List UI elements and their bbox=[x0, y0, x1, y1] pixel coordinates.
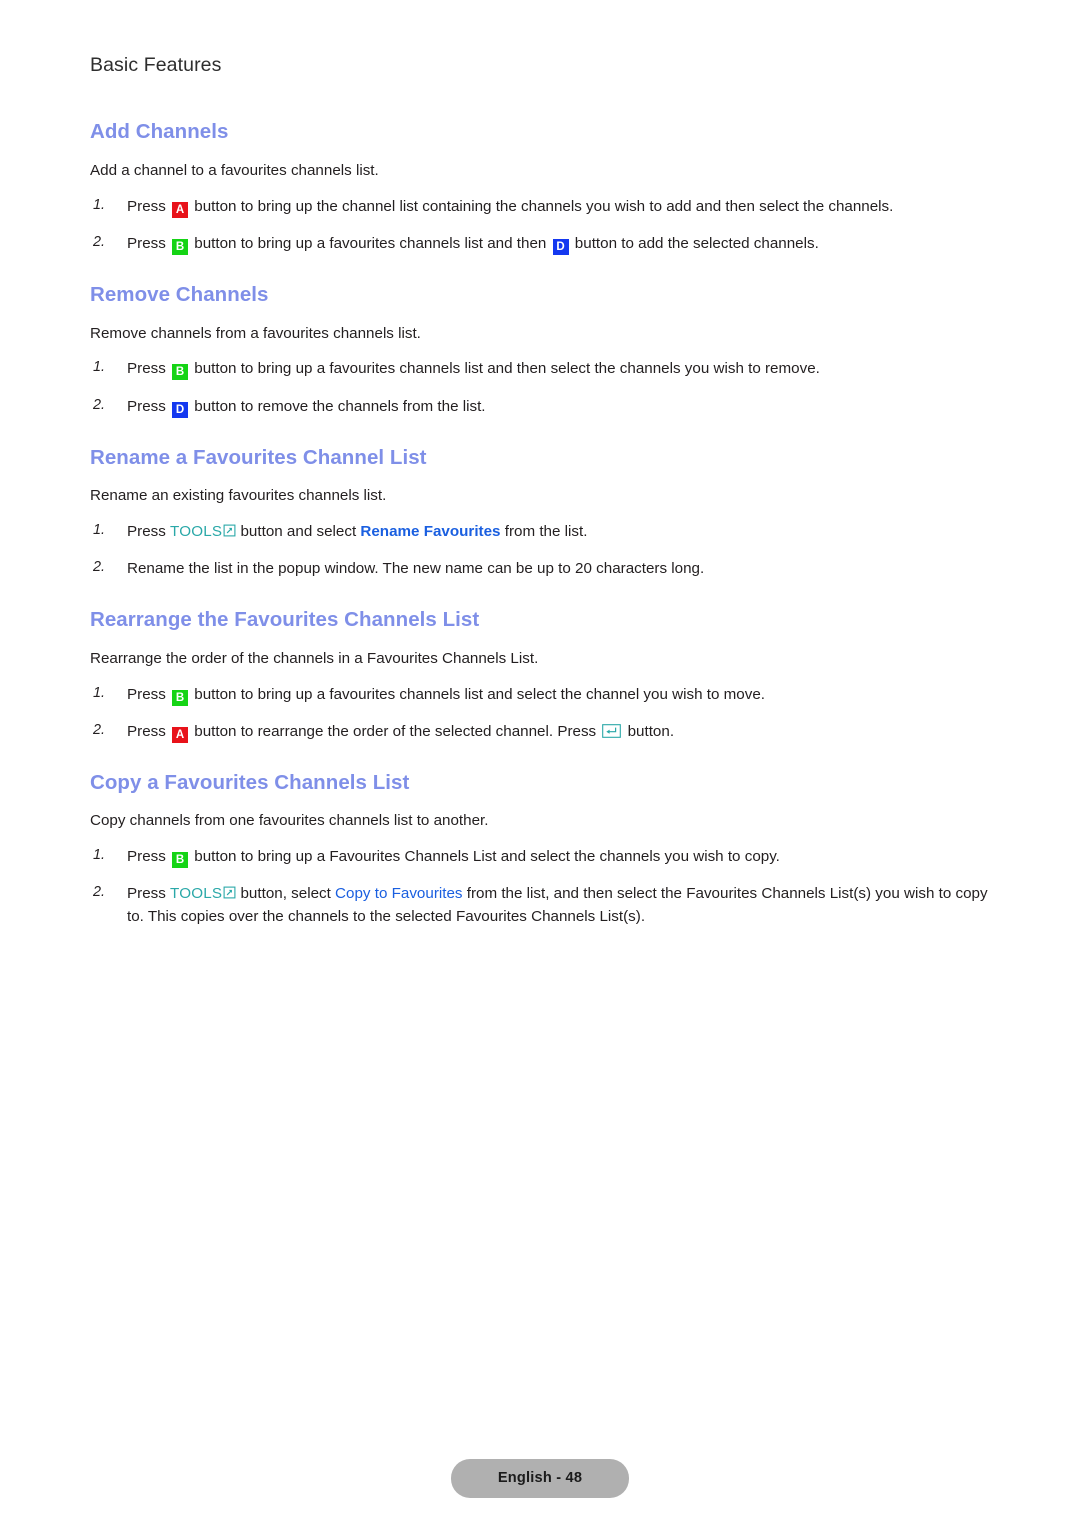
remote-key-a-icon: A bbox=[172, 201, 189, 218]
step-item: 2. Press B button to bring up a favourite… bbox=[90, 232, 992, 255]
tools-button-reference: TOOLS bbox=[170, 523, 236, 540]
remote-key-b-icon: B bbox=[172, 689, 189, 706]
tools-label: TOOLS bbox=[170, 523, 223, 541]
step-item: 1. Press B button to bring up a Favourite… bbox=[90, 845, 992, 869]
section-description: Remove channels from a favourites channe… bbox=[90, 324, 421, 342]
step-text: Rename the list in the popup window. The… bbox=[127, 560, 705, 578]
remote-key-d-icon: D bbox=[172, 401, 189, 418]
step-item: 2. Rename the list in the popup window. T… bbox=[90, 557, 992, 580]
step-item: 1. Press B button to bring up a favourite… bbox=[90, 357, 992, 381]
tools-label: TOOLS bbox=[170, 885, 223, 903]
manual-section: Remove Channels Remove channels from a fa… bbox=[90, 282, 992, 418]
step-text: button to bring up a favourites channels… bbox=[190, 685, 765, 703]
step-list: 1. Press B button to bring up a favourite… bbox=[90, 357, 992, 418]
step-item: 1. Press A button to bring up the channel… bbox=[90, 195, 992, 218]
step-item: 1. Press B button to bring up a favourite… bbox=[90, 683, 992, 706]
running-head: Basic Features bbox=[90, 54, 222, 76]
step-text: Press bbox=[127, 234, 171, 252]
enter-key-icon bbox=[602, 723, 622, 738]
manual-section: Copy a Favourites Channels List Copy chan… bbox=[90, 770, 992, 929]
manual-section: Add Channels Add a channel to a favourite… bbox=[90, 119, 992, 255]
step-number: 1. bbox=[93, 847, 106, 864]
menu-option-link[interactable]: Copy to Favourites bbox=[335, 885, 462, 902]
step-item: 2. Press D button to remove the channels … bbox=[90, 395, 992, 418]
manual-page: Basic Features Add Channels Add a channel… bbox=[0, 0, 1080, 1534]
step-text: button to add the selected channels. bbox=[570, 234, 819, 252]
step-text: Press bbox=[127, 722, 171, 740]
step-text: button. bbox=[623, 722, 675, 740]
remote-key-a-icon: A bbox=[172, 726, 189, 743]
step-text: button to rearrange the order of the sel… bbox=[190, 722, 601, 740]
step-number: 1. bbox=[93, 196, 106, 213]
remote-key-d-icon: D bbox=[552, 238, 569, 255]
step-text: button to bring up the channel list cont… bbox=[190, 197, 894, 215]
step-list: 1. Press A button to bring up the channel… bbox=[90, 195, 992, 255]
sections-container: Add Channels Add a channel to a favourite… bbox=[90, 119, 992, 928]
step-text: Press bbox=[127, 523, 171, 541]
section-title: Rename a Favourites Channel List bbox=[90, 445, 427, 469]
manual-section: Rearrange the Favourites Channels List Re… bbox=[90, 607, 992, 743]
section-description: Rename an existing favourites channels l… bbox=[90, 487, 387, 505]
step-text: Press bbox=[127, 197, 171, 215]
remote-key-b-icon: B bbox=[172, 364, 189, 381]
box-arrow-icon bbox=[223, 524, 236, 537]
section-title: Remove Channels bbox=[90, 283, 269, 306]
step-list: 1. Press B button to bring up a Favourite… bbox=[90, 845, 992, 928]
step-number: 2. bbox=[93, 721, 106, 738]
remote-key-b-icon: B bbox=[172, 852, 189, 869]
tools-button-reference: TOOLS bbox=[170, 885, 236, 902]
box-arrow-icon bbox=[223, 886, 236, 899]
step-text: button to bring up a favourites channels… bbox=[190, 360, 820, 378]
step-number: 2. bbox=[93, 559, 106, 576]
step-text: Press bbox=[127, 685, 171, 703]
step-item: 2. Press TOOLS button, select Copy to Fav… bbox=[90, 882, 992, 928]
page-footer: English - 48 bbox=[0, 1459, 1080, 1498]
step-list: 1. Press TOOLS button and select Rename F… bbox=[90, 520, 992, 580]
step-text: Press bbox=[127, 848, 171, 866]
manual-section: Rename a Favourites Channel List Rename a… bbox=[90, 445, 992, 581]
section-description: Add a channel to a favourites channels l… bbox=[90, 162, 379, 180]
step-text: button and select bbox=[236, 523, 361, 541]
page-content: Basic Features Add Channels Add a channel… bbox=[90, 54, 992, 929]
step-item: 1. Press TOOLS button and select Rename F… bbox=[90, 520, 992, 543]
section-title: Rearrange the Favourites Channels List bbox=[90, 608, 480, 632]
step-text: button, select bbox=[236, 885, 336, 903]
step-text: button to bring up a favourites channels… bbox=[190, 234, 551, 252]
section-title: Copy a Favourites Channels List bbox=[90, 770, 410, 794]
section-description: Rearrange the order of the channels in a… bbox=[90, 649, 539, 667]
step-text: Press bbox=[127, 885, 171, 903]
section-title: Add Channels bbox=[90, 120, 229, 144]
step-number: 1. bbox=[93, 359, 106, 376]
step-number: 2. bbox=[93, 396, 106, 413]
step-number: 1. bbox=[93, 522, 106, 539]
step-text: button to remove the channels from the l… bbox=[190, 397, 486, 415]
step-number: 1. bbox=[93, 684, 106, 701]
step-text: Press bbox=[127, 360, 171, 378]
page-number-badge: English - 48 bbox=[451, 1459, 629, 1498]
step-list: 1. Press B button to bring up a favourite… bbox=[90, 683, 992, 743]
step-text: Press bbox=[127, 397, 171, 415]
step-text: from the list. bbox=[500, 523, 588, 541]
section-description: Copy channels from one favourites channe… bbox=[90, 812, 489, 830]
remote-key-b-icon: B bbox=[172, 238, 189, 255]
step-number: 2. bbox=[93, 233, 106, 250]
step-text: button to bring up a Favourites Channels… bbox=[190, 848, 780, 866]
step-number: 2. bbox=[93, 884, 106, 901]
menu-option-link[interactable]: Rename Favourites bbox=[360, 523, 500, 540]
step-item: 2. Press A button to rearrange the order … bbox=[90, 720, 992, 743]
